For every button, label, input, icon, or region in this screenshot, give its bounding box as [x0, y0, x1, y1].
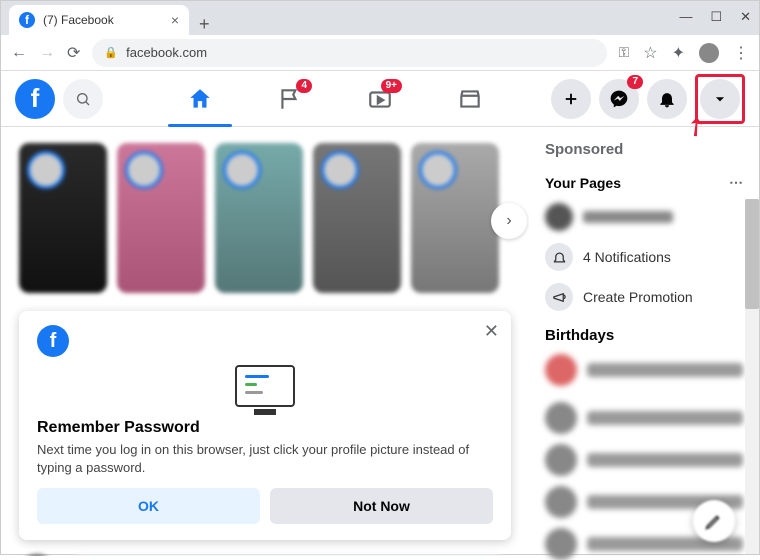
dialog-body: Next time you log in on this browser, ju…	[37, 441, 493, 476]
pages-options-icon[interactable]: ⋯	[729, 174, 743, 191]
forward-icon: →	[39, 44, 55, 62]
create-promotion-link[interactable]: Create Promotion	[545, 283, 743, 311]
nav-pages[interactable]: 4	[250, 73, 330, 125]
birthdays-heading: Birthdays	[545, 327, 743, 344]
page-item[interactable]	[545, 203, 743, 231]
composer-input[interactable]	[65, 554, 511, 556]
monitor-icon	[235, 365, 295, 407]
account-menu-highlight	[695, 74, 745, 124]
notifications-text: 4 Notifications	[583, 249, 671, 265]
sponsored-heading: Sponsored	[545, 141, 743, 158]
maximize-icon[interactable]: ☐	[710, 9, 722, 25]
create-promotion-text: Create Promotion	[583, 289, 693, 305]
messenger-badge: 7	[627, 75, 643, 89]
address-bar[interactable]: 🔒 facebook.com	[92, 39, 606, 67]
profile-avatar[interactable]	[699, 43, 719, 63]
story-card[interactable]	[313, 143, 401, 293]
extensions-icon[interactable]: ✦	[672, 43, 685, 63]
megaphone-icon	[545, 283, 573, 311]
new-message-fab[interactable]	[693, 500, 735, 542]
feed-column: › ✕ f Remember Password Next time you lo…	[1, 127, 529, 556]
back-icon[interactable]: ←	[11, 44, 27, 62]
star-icon[interactable]: ☆	[643, 43, 657, 63]
contact-item[interactable]	[545, 402, 743, 434]
plus-icon	[562, 90, 580, 108]
key-icon[interactable]: ⚿	[619, 44, 630, 61]
facebook-header: f 4 9+ 7	[1, 71, 759, 127]
search-button[interactable]	[63, 79, 103, 119]
bell-outline-icon	[545, 243, 573, 271]
contact-item[interactable]	[545, 444, 743, 476]
edit-icon	[704, 511, 724, 531]
reload-icon[interactable]: ⟳	[67, 43, 80, 63]
birthday-item[interactable]	[545, 354, 743, 386]
stories-next-button[interactable]: ›	[491, 203, 527, 239]
right-sidebar: Sponsored Your Pages ⋯ 4 Notifications	[529, 127, 759, 556]
nav-marketplace[interactable]	[430, 73, 510, 125]
facebook-favicon: f	[19, 12, 35, 28]
marketplace-icon	[457, 86, 483, 112]
pages-badge: 4	[296, 79, 312, 93]
story-card[interactable]	[215, 143, 303, 293]
tab-title: (7) Facebook	[43, 13, 114, 27]
dialog-close-icon[interactable]: ✕	[484, 321, 499, 342]
post-composer[interactable]	[19, 554, 511, 556]
close-window-icon[interactable]: ✕	[740, 9, 751, 25]
account-menu-button[interactable]	[700, 79, 740, 119]
messenger-button[interactable]: 7	[599, 79, 639, 119]
center-nav: 4 9+	[160, 71, 600, 127]
story-card[interactable]	[117, 143, 205, 293]
chevron-down-icon	[713, 92, 727, 106]
messenger-icon	[609, 89, 629, 109]
ok-button[interactable]: OK	[37, 488, 260, 524]
watch-badge: 9+	[381, 79, 402, 93]
browser-tab[interactable]: f (7) Facebook ×	[9, 5, 189, 35]
user-avatar	[19, 554, 55, 556]
dialog-title: Remember Password	[37, 419, 493, 437]
browser-toolbar: ← → ⟳ 🔒 facebook.com ⚿ ☆ ✦ ⋮	[1, 35, 759, 71]
url-text: facebook.com	[126, 45, 207, 60]
window-controls: — ☐ ✕	[679, 9, 751, 25]
nav-watch[interactable]: 9+	[340, 73, 420, 125]
content-area: › ✕ f Remember Password Next time you lo…	[1, 127, 759, 556]
lock-icon: 🔒	[104, 46, 118, 59]
close-tab-icon[interactable]: ×	[171, 12, 179, 28]
page-scrollbar[interactable]	[745, 199, 759, 554]
your-pages-heading: Your Pages	[545, 175, 621, 191]
nav-home[interactable]	[160, 73, 240, 125]
home-icon	[187, 86, 213, 112]
story-card[interactable]	[411, 143, 499, 293]
not-now-button[interactable]: Not Now	[270, 488, 493, 524]
search-icon	[75, 91, 91, 107]
new-tab-button[interactable]: +	[189, 14, 220, 35]
facebook-logo[interactable]: f	[15, 79, 55, 119]
browser-menu-icon[interactable]: ⋮	[733, 43, 749, 63]
stories-row: ›	[19, 143, 511, 293]
window-titlebar: f (7) Facebook × + — ☐ ✕	[1, 1, 759, 35]
create-button[interactable]	[551, 79, 591, 119]
page-notifications-link[interactable]: 4 Notifications	[545, 243, 743, 271]
dialog-illustration	[37, 365, 493, 407]
facebook-logo-small: f	[37, 325, 69, 357]
minimize-icon[interactable]: —	[679, 9, 692, 25]
scroll-thumb[interactable]	[745, 199, 759, 309]
story-card[interactable]	[19, 143, 107, 293]
bell-icon	[657, 89, 677, 109]
right-nav: 7	[551, 74, 745, 124]
remember-password-dialog: ✕ f Remember Password Next time you log …	[19, 311, 511, 540]
notifications-button[interactable]	[647, 79, 687, 119]
